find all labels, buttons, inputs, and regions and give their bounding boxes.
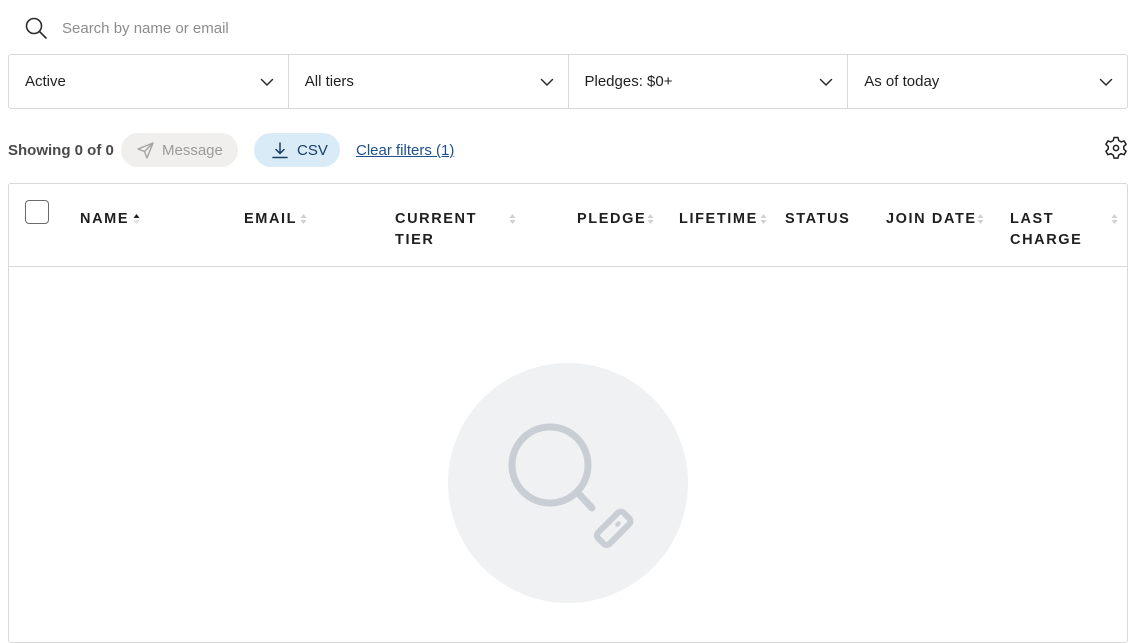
column-header-last-charge[interactable]: LAST CHARGE	[1010, 209, 1090, 251]
search-input[interactable]	[62, 12, 662, 44]
empty-state-illustration	[448, 363, 688, 603]
chevron-down-icon	[1099, 78, 1113, 87]
csv-export-button[interactable]: CSV	[254, 133, 340, 167]
column-header-pledge[interactable]: PLEDGE	[577, 209, 646, 230]
tier-filter-dropdown[interactable]: All tiers	[289, 55, 569, 108]
select-all-checkbox[interactable]	[25, 200, 49, 224]
column-header-status: STATUS	[785, 211, 851, 227]
search-tag-icon	[508, 423, 634, 549]
gear-icon[interactable]	[1103, 135, 1129, 161]
search-bar	[0, 0, 1135, 54]
members-table: NAME EMAIL CURRENT TIER PLEDGE LIFETIME …	[8, 183, 1128, 643]
sort-icon[interactable]	[509, 213, 516, 225]
column-header-name[interactable]: NAME	[80, 209, 129, 230]
sort-icon[interactable]	[647, 213, 654, 225]
pledge-filter-label: Pledges: $0+	[584, 73, 673, 90]
search-icon	[25, 17, 47, 39]
result-count: Showing 0 of 0	[8, 142, 114, 159]
sort-icon[interactable]	[300, 213, 307, 225]
filter-bar: Active All tiers Pledges: $0+ As of toda…	[8, 54, 1128, 109]
sort-icon[interactable]	[1111, 213, 1118, 225]
sort-icon[interactable]	[977, 213, 984, 225]
chevron-down-icon	[260, 78, 273, 87]
column-header-join-date[interactable]: JOIN DATE	[886, 209, 977, 230]
download-icon	[272, 141, 288, 158]
status-filter-dropdown[interactable]: Active	[9, 55, 289, 108]
status-filter-label: Active	[25, 73, 66, 90]
clear-filters-link[interactable]: Clear filters (1)	[356, 142, 454, 159]
send-icon	[137, 141, 154, 159]
sort-icon[interactable]	[760, 213, 767, 225]
column-header-lifetime[interactable]: LIFETIME	[679, 209, 758, 230]
date-filter-dropdown[interactable]: As of today	[848, 55, 1127, 108]
sort-ascending-icon[interactable]	[133, 213, 140, 225]
chevron-down-icon	[540, 78, 553, 87]
chevron-down-icon	[820, 78, 833, 87]
table-header: NAME EMAIL CURRENT TIER PLEDGE LIFETIME …	[9, 184, 1127, 267]
tier-filter-label: All tiers	[304, 73, 354, 90]
csv-button-label: CSV	[297, 141, 328, 159]
actions-bar: Showing 0 of 0 Message CSV Clear filters…	[0, 130, 1135, 170]
pledge-filter-dropdown[interactable]: Pledges: $0+	[569, 55, 849, 108]
column-header-email[interactable]: EMAIL	[244, 209, 297, 230]
date-filter-label: As of today	[864, 73, 940, 90]
column-header-current-tier[interactable]: CURRENT TIER	[395, 209, 495, 251]
message-button-label: Message	[162, 141, 223, 159]
message-button[interactable]: Message	[121, 133, 238, 167]
